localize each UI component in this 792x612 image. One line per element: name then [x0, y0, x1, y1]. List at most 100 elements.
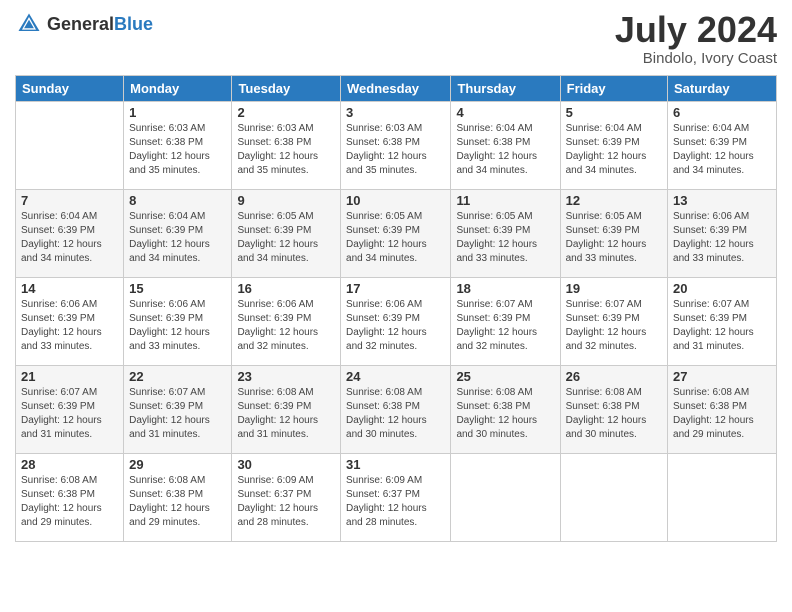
logo-general: General: [47, 14, 114, 34]
col-wednesday: Wednesday: [341, 75, 451, 101]
day-number: 4: [456, 105, 554, 120]
table-row: [668, 453, 777, 541]
table-row: 11 Sunrise: 6:05 AMSunset: 6:39 PMDayligh…: [451, 189, 560, 277]
table-row: 29Sunrise: 6:08 AMSunset: 6:38 PMDayligh…: [124, 453, 232, 541]
day-info: Sunrise: 6:09 AMSunset: 6:37 PMDaylight:…: [237, 474, 335, 530]
table-row: 21Sunrise: 6:07 AMSunset: 6:39 PMDayligh…: [16, 365, 124, 453]
table-row: 14 Sunrise: 6:06 AMSunset: 6:39 PMDayligh…: [16, 277, 124, 365]
table-row: [560, 453, 667, 541]
col-monday: Monday: [124, 75, 232, 101]
day-info: Sunrise: 6:04 AMSunset: 6:39 PMDaylight:…: [673, 122, 771, 178]
day-info: Sunrise: 6:06 AMSunset: 6:39 PMDaylight:…: [673, 210, 771, 266]
day-info: Sunrise: 6:04 AMSunset: 6:38 PMDaylight:…: [456, 122, 554, 178]
main-title: July 2024: [615, 10, 777, 50]
table-row: 5 Sunrise: 6:04 AMSunset: 6:39 PMDaylight…: [560, 101, 667, 189]
day-number: 27: [673, 369, 771, 384]
day-info: Sunrise: 6:06 AMSunset: 6:39 PMDaylight:…: [237, 298, 335, 354]
table-row: 25 Sunrise: 6:08 AMSunset: 6:38 PMDayligh…: [451, 365, 560, 453]
calendar-week-row: 7 Sunrise: 6:04 AMSunset: 6:39 PMDaylight…: [16, 189, 777, 277]
day-info: Sunrise: 6:05 AMSunset: 6:39 PMDaylight:…: [346, 210, 445, 266]
day-number: 3: [346, 105, 445, 120]
col-thursday: Thursday: [451, 75, 560, 101]
day-info: Sunrise: 6:07 AMSunset: 6:39 PMDaylight:…: [129, 386, 226, 442]
table-row: [451, 453, 560, 541]
calendar-week-row: 21 Sunrise: 6:07 AMSunset: 6:39 PMDayligh…: [16, 365, 777, 453]
day-info: Sunrise: 6:08 AMSunset: 6:38 PMDaylight:…: [346, 386, 445, 442]
table-row: 24 Sunrise: 6:08 AMSunset: 6:38 PMDayligh…: [341, 365, 451, 453]
logo-blue: Blue: [114, 14, 153, 34]
table-row: 28 Sunrise: 6:08 AMSunset: 6:38 PMDayligh…: [16, 453, 124, 541]
day-number: 14: [21, 281, 118, 296]
table-row: 6 Sunrise: 6:04 AMSunset: 6:39 PMDaylight…: [668, 101, 777, 189]
calendar-week-row: 1Sunrise: 6:03 AMSunset: 6:38 PMDaylight…: [16, 101, 777, 189]
day-number: 26: [566, 369, 662, 384]
header: GeneralBlue July 2024 Bindolo, Ivory Coa…: [15, 10, 777, 67]
table-row: 19 Sunrise: 6:07 AMSunset: 6:39 PMDayligh…: [560, 277, 667, 365]
day-number: 22: [129, 369, 226, 384]
col-tuesday: Tuesday: [232, 75, 341, 101]
calendar-header-row: Sunday Monday Tuesday Wednesday Thursday…: [16, 75, 777, 101]
title-block: July 2024 Bindolo, Ivory Coast: [615, 10, 777, 67]
day-number: 17: [346, 281, 445, 296]
table-row: 15Sunrise: 6:06 AMSunset: 6:39 PMDayligh…: [124, 277, 232, 365]
calendar-week-row: 28 Sunrise: 6:08 AMSunset: 6:38 PMDayligh…: [16, 453, 777, 541]
table-row: [16, 101, 124, 189]
day-number: 16: [237, 281, 335, 296]
day-number: 6: [673, 105, 771, 120]
day-info: Sunrise: 6:06 AMSunset: 6:39 PMDaylight:…: [21, 298, 118, 354]
day-number: 12: [566, 193, 662, 208]
day-info: Sunrise: 6:04 AMSunset: 6:39 PMDaylight:…: [566, 122, 662, 178]
day-info: Sunrise: 6:08 AMSunset: 6:38 PMDaylight:…: [456, 386, 554, 442]
day-number: 11: [456, 193, 554, 208]
day-number: 31: [346, 457, 445, 472]
page: GeneralBlue July 2024 Bindolo, Ivory Coa…: [0, 0, 792, 612]
day-number: 19: [566, 281, 662, 296]
day-info: Sunrise: 6:05 AMSunset: 6:39 PMDaylight:…: [566, 210, 662, 266]
logo: GeneralBlue: [15, 10, 153, 38]
col-sunday: Sunday: [16, 75, 124, 101]
table-row: 3Sunrise: 6:03 AMSunset: 6:38 PMDaylight…: [341, 101, 451, 189]
table-row: 17 Sunrise: 6:06 AMSunset: 6:39 PMDayligh…: [341, 277, 451, 365]
col-friday: Friday: [560, 75, 667, 101]
logo-text: GeneralBlue: [47, 14, 153, 35]
table-row: 2Sunrise: 6:03 AMSunset: 6:38 PMDaylight…: [232, 101, 341, 189]
table-row: 16 Sunrise: 6:06 AMSunset: 6:39 PMDayligh…: [232, 277, 341, 365]
day-info: Sunrise: 6:04 AMSunset: 6:39 PMDaylight:…: [21, 210, 118, 266]
logo-icon: [15, 10, 43, 38]
day-number: 25: [456, 369, 554, 384]
table-row: 31 Sunrise: 6:09 AMSunset: 6:37 PMDayligh…: [341, 453, 451, 541]
day-number: 9: [237, 193, 335, 208]
day-number: 7: [21, 193, 118, 208]
table-row: 26 Sunrise: 6:08 AMSunset: 6:38 PMDayligh…: [560, 365, 667, 453]
day-info: Sunrise: 6:05 AMSunset: 6:39 PMDaylight:…: [456, 210, 554, 266]
day-number: 24: [346, 369, 445, 384]
table-row: 1Sunrise: 6:03 AMSunset: 6:38 PMDaylight…: [124, 101, 232, 189]
day-number: 18: [456, 281, 554, 296]
table-row: 22 Sunrise: 6:07 AMSunset: 6:39 PMDayligh…: [124, 365, 232, 453]
day-info: Sunrise: 6:03 AMSunset: 6:38 PMDaylight:…: [237, 122, 335, 178]
day-info: Sunrise: 6:05 AMSunset: 6:39 PMDaylight:…: [237, 210, 335, 266]
day-info: Sunrise: 6:06 AMSunset: 6:39 PMDaylight:…: [346, 298, 445, 354]
col-saturday: Saturday: [668, 75, 777, 101]
location-subtitle: Bindolo, Ivory Coast: [615, 50, 777, 67]
calendar-week-row: 14 Sunrise: 6:06 AMSunset: 6:39 PMDayligh…: [16, 277, 777, 365]
table-row: 7 Sunrise: 6:04 AMSunset: 6:39 PMDaylight…: [16, 189, 124, 277]
calendar-table: Sunday Monday Tuesday Wednesday Thursday…: [15, 75, 777, 542]
day-info: Sunrise: 6:08 AMSunset: 6:38 PMDaylight:…: [21, 474, 118, 530]
day-info: Sunrise: 6:07 AMSunset: 6:39 PMDaylight:…: [566, 298, 662, 354]
day-number: 5: [566, 105, 662, 120]
day-number: 29: [129, 457, 226, 472]
day-number: 8: [129, 193, 226, 208]
day-info: Sunrise: 6:09 AMSunset: 6:37 PMDaylight:…: [346, 474, 445, 530]
table-row: 4 Sunrise: 6:04 AMSunset: 6:38 PMDaylight…: [451, 101, 560, 189]
table-row: 20Sunrise: 6:07 AMSunset: 6:39 PMDayligh…: [668, 277, 777, 365]
day-info: Sunrise: 6:08 AMSunset: 6:38 PMDaylight:…: [566, 386, 662, 442]
table-row: 13Sunrise: 6:06 AMSunset: 6:39 PMDayligh…: [668, 189, 777, 277]
day-number: 21: [21, 369, 118, 384]
day-number: 28: [21, 457, 118, 472]
day-info: Sunrise: 6:06 AMSunset: 6:39 PMDaylight:…: [129, 298, 226, 354]
day-info: Sunrise: 6:08 AMSunset: 6:39 PMDaylight:…: [237, 386, 335, 442]
table-row: 9 Sunrise: 6:05 AMSunset: 6:39 PMDaylight…: [232, 189, 341, 277]
day-info: Sunrise: 6:04 AMSunset: 6:39 PMDaylight:…: [129, 210, 226, 266]
table-row: 18Sunrise: 6:07 AMSunset: 6:39 PMDayligh…: [451, 277, 560, 365]
